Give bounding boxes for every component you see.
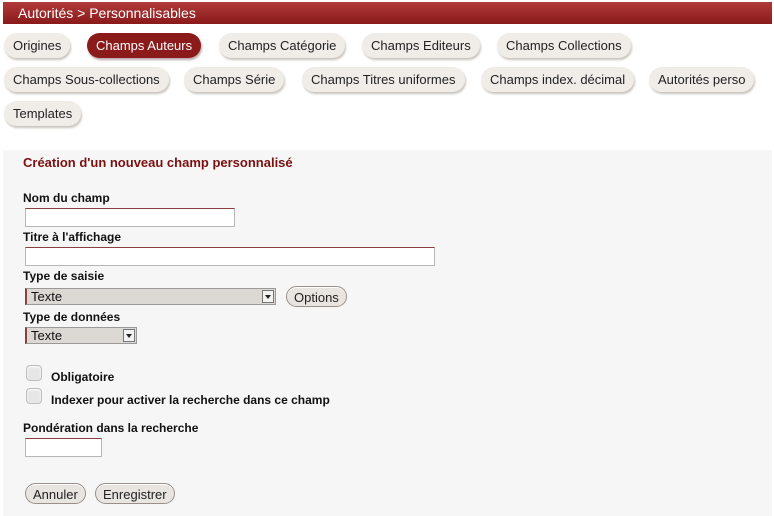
weighting-input[interactable] xyxy=(25,438,102,457)
breadcrumb: Autorités > Personnalisables xyxy=(3,2,772,24)
index-checkbox[interactable] xyxy=(26,388,42,404)
tab-champs-index-decimal[interactable]: Champs index. décimal xyxy=(481,67,635,92)
tab-champs-collections[interactable]: Champs Collections xyxy=(497,33,631,58)
display-title-label: Titre à l'affichage xyxy=(23,230,121,244)
input-type-value: Texte xyxy=(31,289,63,304)
data-type-value: Texte xyxy=(31,328,63,343)
field-name-input[interactable] xyxy=(25,208,235,227)
cancel-button[interactable]: Annuler xyxy=(25,483,86,504)
tab-origines[interactable]: Origines xyxy=(4,33,71,58)
mandatory-checkbox[interactable] xyxy=(26,365,42,381)
display-title-input[interactable] xyxy=(25,247,435,266)
data-type-label: Type de données xyxy=(23,310,121,324)
tab-champs-editeurs[interactable]: Champs Editeurs xyxy=(362,33,480,58)
tab-champs-sous-collections[interactable]: Champs Sous-collections xyxy=(4,67,169,92)
input-type-select[interactable]: Texte xyxy=(25,288,276,305)
tab-templates[interactable]: Templates xyxy=(4,101,82,126)
tab-champs-auteurs[interactable]: Champs Auteurs xyxy=(87,33,202,58)
tab-champs-categorie[interactable]: Champs Catégorie xyxy=(219,33,346,58)
field-name-label: Nom du champ xyxy=(23,191,110,205)
mandatory-label: Obligatoire xyxy=(51,370,115,384)
chevron-down-icon xyxy=(123,329,135,342)
input-type-label: Type de saisie xyxy=(23,269,105,283)
save-button[interactable]: Enregistrer xyxy=(95,483,175,504)
tab-autorites-perso[interactable]: Autorités perso xyxy=(649,67,755,92)
chevron-down-icon xyxy=(262,290,274,303)
weighting-label: Pondération dans la recherche xyxy=(23,421,199,435)
data-type-select[interactable]: Texte xyxy=(25,327,137,344)
form-title: Création d'un nouveau champ personnalisé xyxy=(23,155,293,170)
breadcrumb-text: Autorités > Personnalisables xyxy=(18,5,196,21)
tab-champs-titres-uniformes[interactable]: Champs Titres uniformes xyxy=(302,67,465,92)
options-button[interactable]: Options xyxy=(286,286,347,307)
tab-champs-serie[interactable]: Champs Série xyxy=(184,67,285,92)
index-label: Indexer pour activer la recherche dans c… xyxy=(51,393,330,407)
